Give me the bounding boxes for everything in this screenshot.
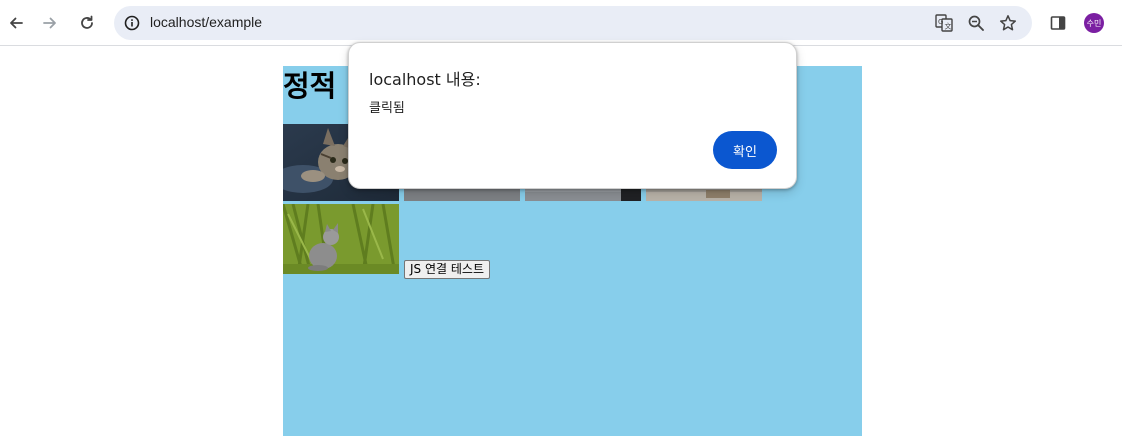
browser-toolbar: localhost/example G 文 수민 [0,0,1122,46]
url-text[interactable]: localhost/example [150,14,262,30]
address-bar[interactable]: localhost/example G 文 [114,6,1032,40]
cat-image-5 [283,204,399,274]
translate-button[interactable]: G 文 [932,11,956,35]
zoom-out-icon [968,15,984,31]
back-arrow-icon [10,17,23,29]
star-icon [999,15,1017,31]
back-button[interactable] [1,8,31,38]
translate-icon: G 文 [935,14,953,32]
svg-text:G: G [938,18,943,26]
dialog-message: 클릭됨 [369,101,405,116]
alert-dialog: localhost 내용: 클릭됨 확인 [348,42,797,189]
zoom-button[interactable] [964,11,988,35]
page-title: 정적 [283,69,337,103]
avatar: 수민 [1084,13,1104,33]
ok-button[interactable]: 확인 [713,131,777,169]
js-test-button[interactable]: JS 연결 테스트 [404,260,490,279]
dialog-title: localhost 내용: [369,70,481,89]
profile-button[interactable]: 수민 [1079,8,1109,38]
svg-text:文: 文 [945,22,952,31]
reload-button[interactable] [72,8,102,38]
info-icon [124,15,140,31]
reload-icon [81,15,93,29]
side-panel-icon [1050,16,1066,30]
forward-button[interactable] [35,8,65,38]
bookmark-button[interactable] [996,11,1020,35]
forward-arrow-icon [43,17,56,29]
side-panel-button[interactable] [1043,8,1073,38]
site-info-button[interactable] [122,13,142,33]
